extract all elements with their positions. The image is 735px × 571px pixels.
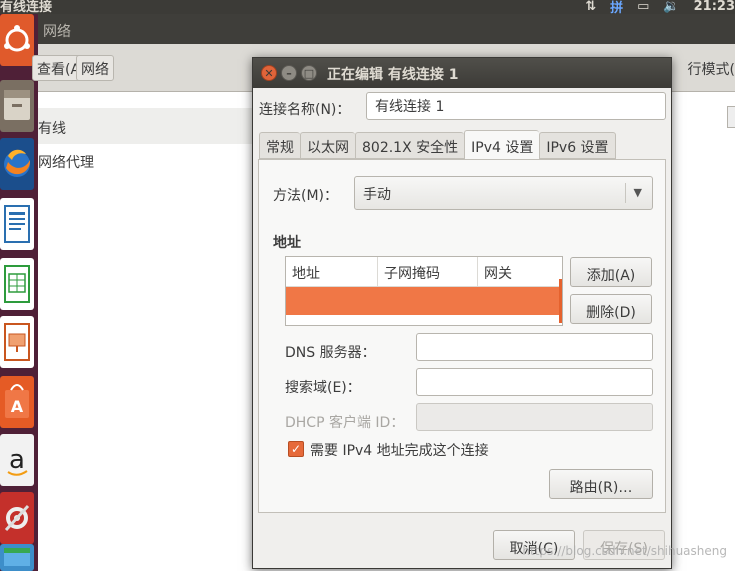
firefox-icon[interactable] [0, 138, 34, 190]
battery-icon[interactable]: ▭ [637, 0, 649, 14]
address-section-title: 地址 [273, 235, 301, 251]
address-row-selected[interactable] [286, 279, 562, 323]
network-updown-icon[interactable]: ⇅ [585, 0, 596, 14]
combo-separator [625, 183, 626, 203]
tab-8021x-security[interactable]: 802.1X 安全性 [355, 132, 465, 159]
top-panel: 有线连接 ⇅ 拼 ▭ 🔉 21:23 [0, 0, 735, 16]
amazon-icon[interactable]: a [0, 434, 34, 486]
column-address[interactable]: 地址 [286, 257, 378, 287]
maximize-icon[interactable]: □ [301, 65, 317, 81]
watermark: https://blog.csdn.net/shihuasheng [522, 544, 727, 558]
add-address-button[interactable]: 添加(A) [570, 257, 652, 287]
tab-ethernet[interactable]: 以太网 [300, 132, 355, 159]
method-value: 手动 [363, 187, 391, 203]
row-edit-cursor [559, 279, 562, 323]
search-domain-input[interactable] [416, 368, 653, 396]
dns-label: DNS 服务器： [285, 345, 376, 361]
window-title: 有线连接 [0, 0, 53, 15]
ipv4-settings-panel: 方法(M)： 手动 ▼ 地址 地址 子网掩码 网关 添加(A) 删除(D) DN… [258, 159, 666, 513]
chevron-down-icon: ▼ [633, 186, 642, 199]
tab-general[interactable]: 常规 [259, 132, 300, 159]
svg-text:A: A [11, 397, 24, 416]
require-ipv4-label[interactable]: 需要 IPv4 地址完成这个连接 [310, 440, 489, 460]
require-ipv4-checkbox[interactable]: ✓ [288, 441, 304, 457]
tab-ipv6-settings[interactable]: IPv6 设置 [539, 132, 616, 159]
edit-connection-dialog: ✕ – □ 正在编辑 有线连接 1 连接名称(N)： 常规 以太网 802.1X… [252, 57, 672, 569]
routes-button[interactable]: 路由(R)… [549, 469, 653, 499]
connection-name-input[interactable] [366, 92, 666, 120]
address-table[interactable]: 地址 子网掩码 网关 [285, 256, 563, 326]
tab-bar: 常规 以太网 802.1X 安全性 IPv4 设置 IPv6 设置 [259, 130, 616, 160]
column-gateway[interactable]: 网关 [478, 257, 564, 287]
dialog-title: 正在编辑 有线连接 1 [327, 67, 459, 83]
dns-input[interactable] [416, 333, 653, 361]
ubuntu-dash-icon[interactable] [0, 14, 34, 66]
dialog-titlebar: ✕ – □ 正在编辑 有线连接 1 [253, 58, 671, 88]
volume-icon[interactable]: 🔉 [663, 0, 679, 14]
address-table-header: 地址 子网掩码 网关 [286, 257, 562, 287]
files-icon[interactable] [0, 80, 34, 132]
bg-window-titlebar: 网络 [38, 14, 735, 44]
dhcp-client-id-label: DHCP 客户端 ID： [285, 415, 405, 431]
column-netmask[interactable]: 子网掩码 [378, 257, 478, 287]
tab-ipv4-settings[interactable]: IPv4 设置 [464, 130, 540, 159]
method-label: 方法(M)： [273, 188, 339, 204]
bg-window-title: 网络 [43, 24, 71, 40]
calc-icon[interactable] [0, 258, 34, 310]
connection-name-label: 连接名称(N)： [259, 102, 351, 118]
bg-mode-label[interactable]: 行模式( [688, 59, 735, 79]
method-select[interactable]: 手动 ▼ [354, 176, 653, 210]
search-domain-label: 搜索域(E)： [285, 380, 361, 396]
dhcp-client-id-input [416, 403, 653, 431]
clock[interactable]: 21:23 [694, 0, 735, 14]
svg-text:a: a [9, 445, 25, 475]
bg-list-proxy[interactable]: 网络代理 [38, 152, 94, 172]
delete-address-button[interactable]: 删除(D) [570, 294, 652, 324]
bg-list-selected[interactable]: 有线 [38, 108, 253, 144]
installer-icon[interactable] [0, 544, 34, 571]
impress-icon[interactable] [0, 316, 34, 368]
bg-network-button[interactable]: 网络 [76, 55, 114, 81]
settings-icon[interactable] [0, 492, 34, 544]
software-center-icon[interactable]: A [0, 376, 34, 428]
launcher: A a [0, 14, 38, 571]
minimize-icon[interactable]: – [281, 65, 297, 81]
writer-icon[interactable] [0, 198, 34, 250]
bg-side-button[interactable] [727, 106, 735, 128]
close-icon[interactable]: ✕ [261, 65, 277, 81]
